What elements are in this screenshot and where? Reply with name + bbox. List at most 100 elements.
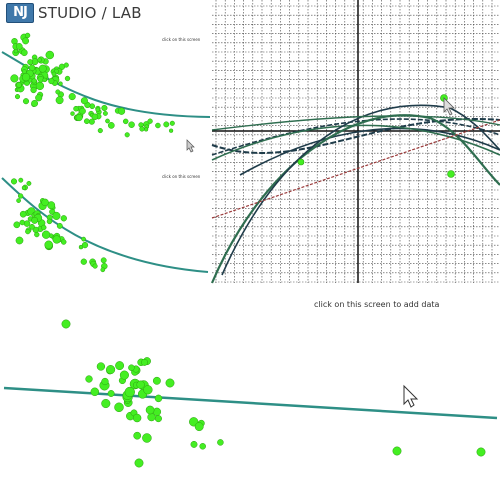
data-point xyxy=(16,82,22,88)
data-point xyxy=(92,263,98,269)
data-point xyxy=(117,107,126,115)
data-point xyxy=(29,223,35,230)
data-point xyxy=(101,104,108,112)
data-point xyxy=(96,362,106,371)
data-point xyxy=(217,439,224,446)
data-point xyxy=(31,99,39,107)
data-point xyxy=(101,398,111,409)
data-point xyxy=(169,120,175,126)
data-point xyxy=(134,458,144,468)
data-point xyxy=(63,62,69,68)
canvas[interactable] xyxy=(0,0,500,497)
data-point xyxy=(124,386,135,398)
curve-fit-grid-panel[interactable] xyxy=(210,0,500,284)
data-point xyxy=(128,121,135,128)
data-point xyxy=(58,81,63,86)
data-point xyxy=(100,257,107,264)
data-point xyxy=(45,50,55,60)
data-point xyxy=(30,86,37,94)
data-point xyxy=(31,78,37,84)
grid-data-point xyxy=(447,170,455,178)
data-point xyxy=(40,224,47,231)
data-point xyxy=(105,118,110,124)
data-point xyxy=(55,89,61,95)
data-point xyxy=(143,127,149,132)
data-point xyxy=(31,216,39,224)
data-point xyxy=(194,422,204,432)
data-point xyxy=(107,390,115,397)
data-point xyxy=(143,385,153,395)
data-point xyxy=(81,236,86,242)
data-point xyxy=(142,433,152,443)
data-points-panel-3 xyxy=(61,319,486,468)
data-point xyxy=(114,402,124,413)
data-point xyxy=(91,113,99,121)
data-point xyxy=(122,118,129,125)
data-point xyxy=(83,118,90,125)
data-point xyxy=(68,93,76,101)
data-point xyxy=(19,210,27,218)
data-point xyxy=(18,177,24,183)
data-point xyxy=(147,118,153,124)
data-point xyxy=(101,377,109,386)
data-point xyxy=(80,97,88,105)
data-point xyxy=(139,126,145,132)
data-point xyxy=(56,222,63,229)
data-point xyxy=(60,215,67,222)
data-point xyxy=(22,98,30,105)
data-point xyxy=(81,241,89,249)
data-point xyxy=(141,358,148,366)
data-point xyxy=(70,111,75,116)
data-point xyxy=(107,122,115,129)
data-point xyxy=(15,43,23,50)
data-point xyxy=(27,59,34,66)
data-point xyxy=(55,96,64,105)
data-point xyxy=(35,94,43,102)
data-point xyxy=(17,193,24,199)
data-point xyxy=(21,185,27,191)
data-point xyxy=(80,258,87,265)
data-point xyxy=(10,74,19,83)
data-point xyxy=(119,370,129,380)
data-point xyxy=(79,107,86,115)
data-point xyxy=(115,361,125,371)
data-point xyxy=(41,230,51,239)
data-point xyxy=(136,380,145,389)
data-point xyxy=(73,105,79,112)
data-point xyxy=(145,405,155,415)
data-point xyxy=(35,81,45,91)
data-point xyxy=(26,180,32,186)
data-point xyxy=(22,37,30,45)
data-point xyxy=(106,365,116,375)
data-point xyxy=(154,394,163,403)
data-point xyxy=(52,235,61,244)
mouse-pointer-icon xyxy=(403,384,419,408)
data-point xyxy=(60,239,67,245)
data-point xyxy=(155,122,161,129)
data-point xyxy=(64,75,71,82)
data-point xyxy=(152,376,161,385)
data-point xyxy=(13,221,21,229)
data-point xyxy=(102,110,108,116)
data-point xyxy=(41,198,49,207)
data-point xyxy=(23,220,31,227)
data-point xyxy=(13,48,19,54)
data-point xyxy=(199,443,206,450)
data-point xyxy=(154,415,162,423)
data-point xyxy=(15,236,24,245)
mouse-pointer-icon xyxy=(186,139,195,153)
data-point xyxy=(75,114,83,122)
data-point xyxy=(19,219,26,226)
data-point xyxy=(168,128,174,133)
data-point xyxy=(25,228,31,235)
data-point xyxy=(16,198,21,203)
data-point xyxy=(392,446,402,456)
data-point xyxy=(10,178,18,185)
data-point xyxy=(44,240,53,250)
data-point xyxy=(90,387,100,397)
data-point xyxy=(132,413,142,423)
data-point xyxy=(100,267,106,273)
data-point xyxy=(20,49,28,57)
data-point xyxy=(21,72,31,82)
data-point xyxy=(97,128,103,134)
